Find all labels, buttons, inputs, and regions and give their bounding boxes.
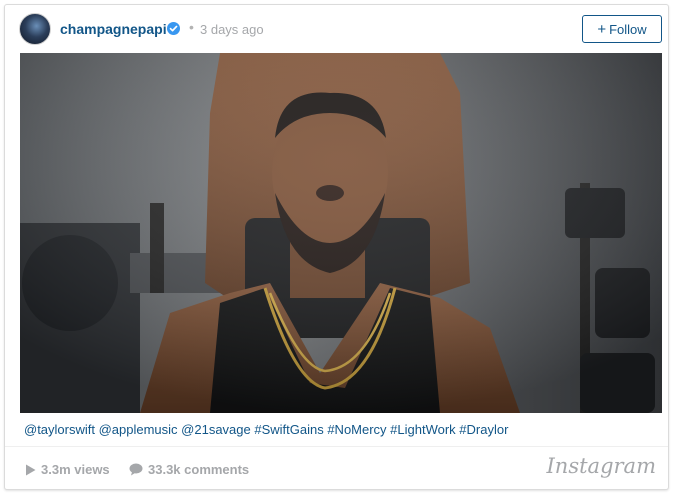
views-count: 3.3m views: [25, 462, 110, 477]
comment-bubble-icon: [129, 463, 143, 476]
username-link[interactable]: champagnepapi: [60, 21, 167, 37]
follow-button[interactable]: + Follow: [582, 15, 662, 43]
views-label: 3.3m views: [41, 462, 110, 477]
play-icon: [26, 464, 36, 476]
post-footer: 3.3m views 33.3k comments Instagram: [5, 446, 668, 489]
comments-count[interactable]: 33.3k comments: [129, 462, 249, 477]
avatar[interactable]: [19, 13, 51, 45]
post-timestamp[interactable]: 3 days ago: [200, 22, 264, 37]
comments-label: 33.3k comments: [148, 462, 250, 477]
follow-label: Follow: [609, 21, 647, 37]
instagram-embed-card: champagnepapi • 3 days ago + Follow @tay…: [4, 4, 669, 490]
post-header: champagnepapi • 3 days ago + Follow: [5, 5, 668, 53]
post-caption[interactable]: @taylorswift @applemusic @21savage #Swif…: [24, 422, 508, 437]
verified-badge-icon: [167, 22, 180, 35]
separator-dot: •: [189, 19, 194, 35]
gym-photo: [20, 53, 662, 413]
plus-icon: +: [597, 20, 607, 38]
instagram-logo[interactable]: Instagram: [547, 454, 656, 478]
post-image[interactable]: [20, 53, 662, 413]
